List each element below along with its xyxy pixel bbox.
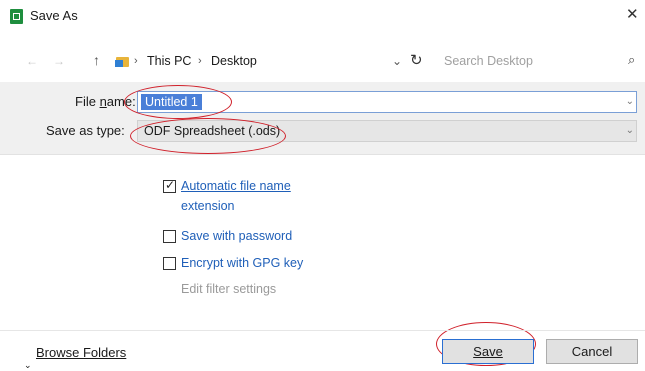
option-label: Encrypt with GPG key [181, 256, 304, 270]
breadcrumb-chevron-icon[interactable]: › [134, 55, 138, 67]
file-name-field[interactable]: Untitled 1 ⌄ [137, 91, 637, 113]
forward-arrow-icon[interactable]: → [53, 54, 65, 68]
breadcrumb-desktop[interactable]: Desktop [211, 54, 257, 68]
address-dropdown-icon[interactable]: ⌄ [392, 54, 402, 68]
save-as-type-value: ODF Spreadsheet (.ods) [144, 124, 281, 138]
search-icon[interactable]: ⌕ [628, 52, 635, 68]
chevron-down-icon: ⌄ [24, 360, 32, 370]
up-arrow-icon[interactable]: ↑ [93, 52, 100, 68]
refresh-icon[interactable]: ↻ [410, 51, 423, 69]
dialog-footer: ⌄ Browse Folders Save Cancel [0, 330, 645, 370]
close-button[interactable]: ✕ [626, 5, 639, 23]
navigation-bar: ← → ↑ › This PC › Desktop ⌄ ↻ Search Des… [0, 45, 645, 75]
save-button[interactable]: Save [442, 339, 534, 364]
save-as-type-select[interactable]: ODF Spreadsheet (.ods) ⌄ [137, 120, 637, 142]
file-name-value: Untitled 1 [141, 94, 202, 110]
search-placeholder: Search Desktop [444, 54, 533, 68]
breadcrumb-this-pc[interactable]: This PC [147, 54, 191, 68]
option-label: Automatic file name [181, 179, 291, 193]
save-button-label: Save [473, 344, 503, 359]
option-label: Edit filter settings [181, 282, 277, 296]
title-bar: Save As ✕ [0, 0, 645, 30]
window-title: Save As [30, 8, 78, 23]
checkmark-icon: ✓ [165, 178, 176, 192]
save-options-panel: File name: Untitled 1 ⌄ Save as type: OD… [0, 82, 645, 155]
option-label: Save with password [181, 229, 293, 243]
option-label: extension [181, 199, 235, 213]
browse-folders-label: Browse Folders [36, 345, 127, 360]
automatic-extension-checkbox[interactable]: ✓ [163, 178, 176, 193]
search-input[interactable]: Search Desktop ⌕ [434, 48, 642, 74]
file-name-label: File name: [75, 94, 136, 109]
chevron-down-icon[interactable]: ⌄ [626, 125, 634, 136]
save-with-password-checkbox[interactable] [163, 230, 176, 243]
back-arrow-icon[interactable]: ← [26, 54, 38, 68]
cancel-button[interactable]: Cancel [546, 339, 638, 364]
folder-icon [115, 57, 129, 67]
breadcrumb-chevron-icon[interactable]: › [198, 55, 202, 67]
chevron-down-icon[interactable]: ⌄ [626, 96, 634, 107]
encrypt-with-gpg-checkbox[interactable] [163, 257, 176, 270]
spreadsheet-app-icon [10, 9, 23, 24]
save-as-type-label: Save as type: [46, 123, 125, 138]
